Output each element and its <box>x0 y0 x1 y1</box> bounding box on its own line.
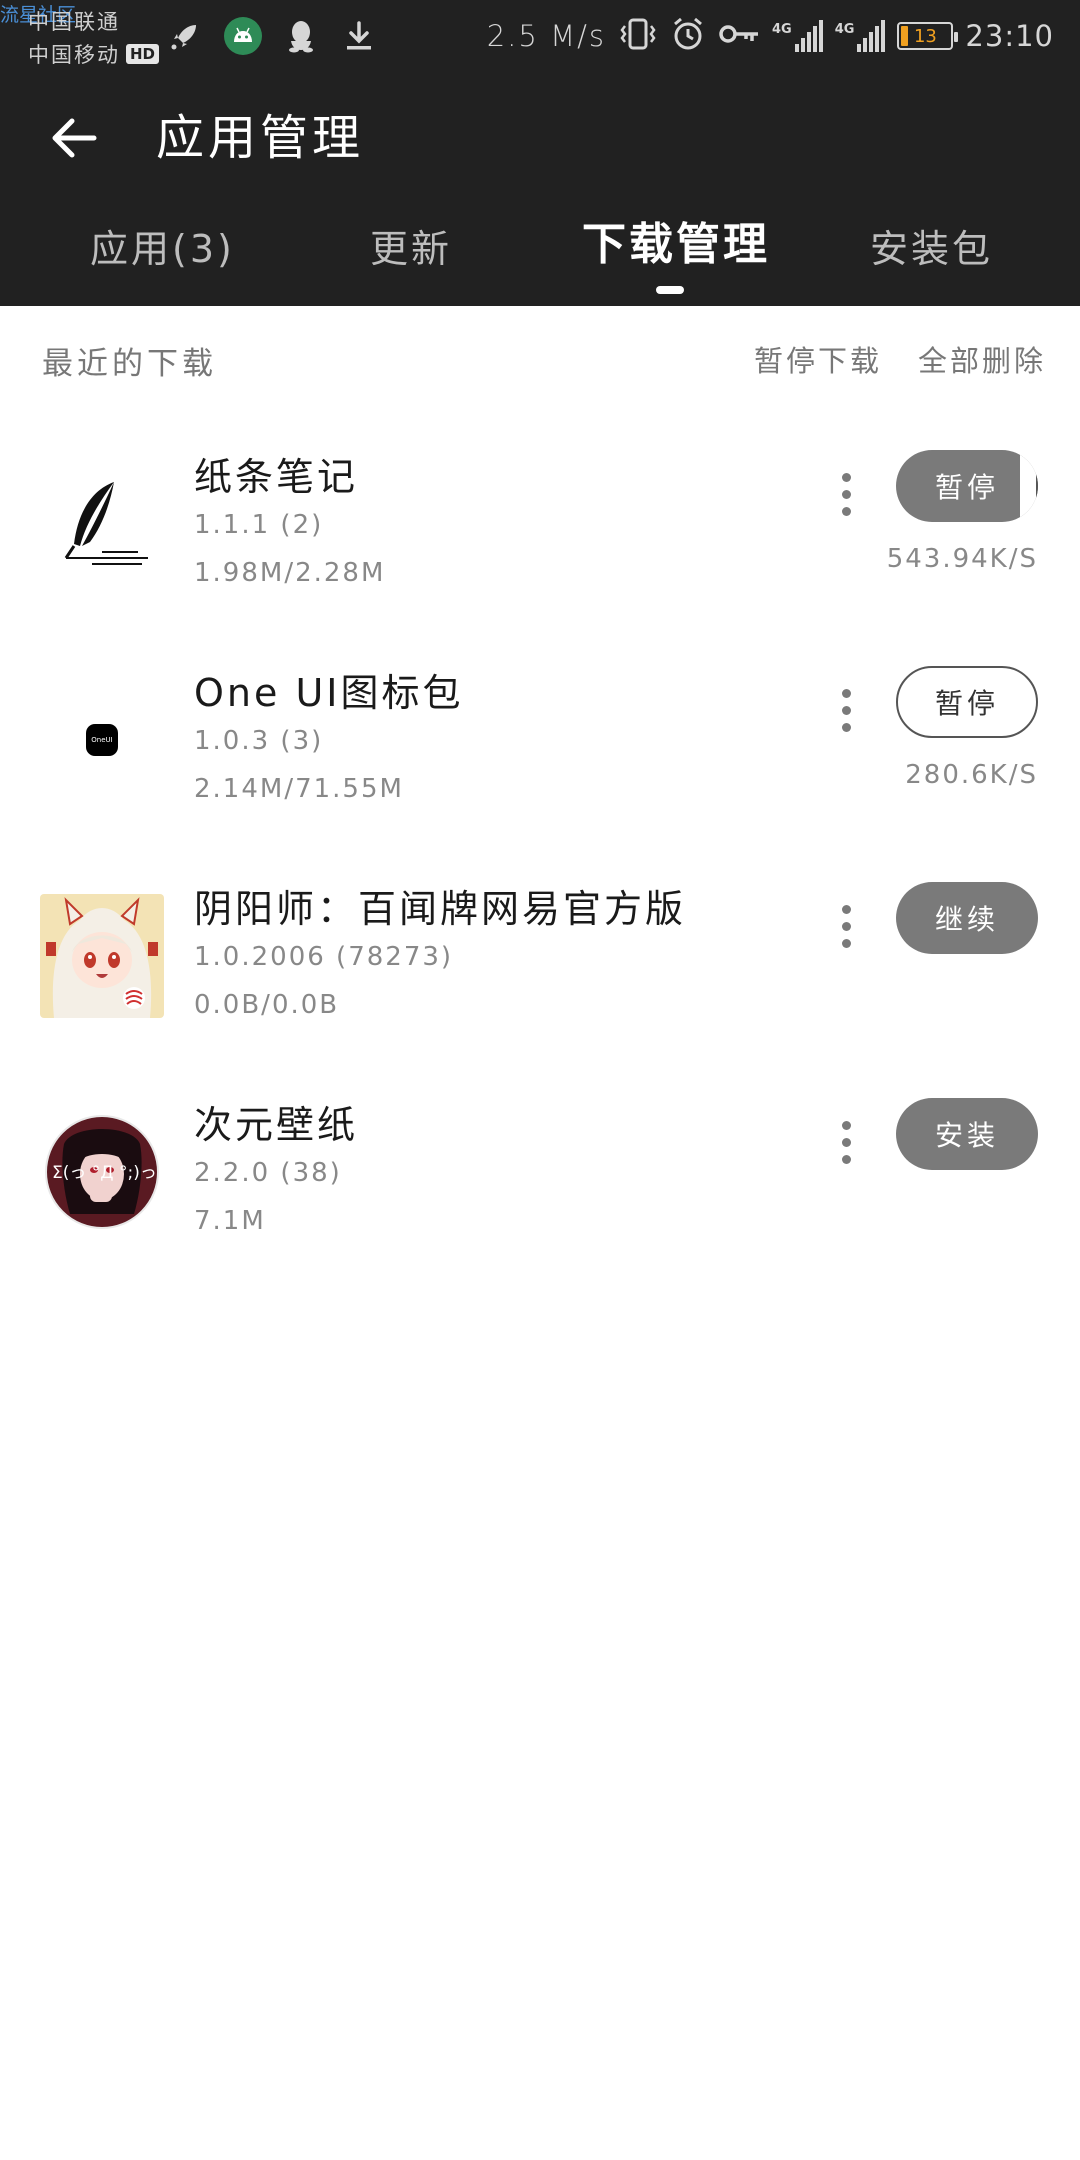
status-bar-right: 2.5 M/s 4G 4G 13 23:10 <box>487 14 1054 58</box>
back-button[interactable] <box>44 108 104 168</box>
download-speed: 543.94K/S <box>886 544 1038 574</box>
pause-button-label: 暂停 <box>934 471 999 504</box>
network-speed: 2.5 M/s <box>486 19 606 53</box>
download-size: 1.98M/2.28M <box>194 558 386 588</box>
kaomoji-text: Σ(っ °Д °;)っ <box>52 1163 157 1183</box>
list-item[interactable]: 阴阳师：百闻牌网易官方版 1.0.2006 (78273) 0.0B/0.0B … <box>0 848 1080 1064</box>
list-item[interactable]: Σ(っ °Д °;)っ 次元壁纸 2.2.0 (38) 7.1M 安装 <box>0 1064 1080 1280</box>
carrier-2-row: 中国移动 HD <box>28 39 160 69</box>
feather-icon <box>64 482 148 565</box>
signal-label-1: 4G <box>771 22 792 37</box>
app-header: 流星社区 中国联通 中国移动 HD 2.5 M/s 4G 4G 13 23:10… <box>0 0 1080 306</box>
app-name: 纸条笔记 <box>194 455 359 499</box>
download-size: 7.1M <box>194 1206 266 1236</box>
download-speed: 280.6K/S <box>905 760 1038 790</box>
pause-button[interactable]: 暂停 <box>896 666 1038 738</box>
tab-updates[interactable]: 更新 <box>370 224 452 274</box>
more-options-icon[interactable] <box>826 464 866 524</box>
battery-icon: 13 <box>897 22 959 50</box>
app-name: One UI图标包 <box>194 671 464 715</box>
tab-bar: 应用(3) 更新 下载管理 安装包 <box>0 210 1080 300</box>
oneui-icon-text: OneUI <box>91 736 113 744</box>
recent-downloads-bar: 最近的下载 暂停下载 全部删除 <box>0 306 1080 416</box>
more-options-icon[interactable] <box>826 680 866 740</box>
key-icon <box>718 20 760 52</box>
tab-download-manager[interactable]: 下载管理 <box>582 220 770 270</box>
pause-button[interactable]: 暂停 <box>896 450 1038 522</box>
battery-level: 13 <box>913 25 937 47</box>
carrier-2: 中国移动 <box>28 43 120 67</box>
signal-sim1: 4G <box>772 20 823 52</box>
android-icon <box>224 17 262 55</box>
more-options-icon[interactable] <box>826 896 866 956</box>
notification-icons <box>166 14 378 58</box>
app-version: 2.2.0 (38) <box>194 1158 342 1188</box>
app-icon-paper-note <box>40 462 164 586</box>
pause-all-button[interactable]: 暂停下载 <box>754 338 882 380</box>
signal-sim2: 4G <box>835 20 886 52</box>
page-title: 应用管理 <box>156 110 365 166</box>
install-button[interactable]: 安装 <box>896 1098 1038 1170</box>
vibrate-icon <box>618 16 658 56</box>
app-name: 次元壁纸 <box>194 1103 359 1147</box>
app-version: 1.0.2006 (78273) <box>194 942 454 972</box>
qq-icon <box>282 17 320 55</box>
signal-bars-1-icon <box>794 20 823 52</box>
battery-fill <box>901 26 909 46</box>
download-notify-icon <box>340 17 378 55</box>
app-version: 1.0.3 (3) <box>194 726 324 756</box>
alarm-icon <box>670 16 706 56</box>
rocket-icon <box>166 17 204 55</box>
back-arrow-icon <box>52 118 97 158</box>
resume-button[interactable]: 继续 <box>896 882 1038 954</box>
download-size: 0.0B/0.0B <box>194 990 340 1020</box>
tab-packages[interactable]: 安装包 <box>870 224 993 274</box>
delete-all-button[interactable]: 全部删除 <box>918 338 1046 380</box>
anime-girl-icon <box>40 894 164 1018</box>
signal-bars-2-icon <box>857 20 886 52</box>
progress-remaining <box>1020 450 1038 522</box>
download-size: 2.14M/71.55M <box>194 774 404 804</box>
more-options-icon[interactable] <box>826 1112 866 1172</box>
app-icon-oneui: OneUI <box>40 678 164 802</box>
carrier-1: 中国联通 <box>28 10 120 34</box>
list-item[interactable]: OneUI One UI图标包 1.0.3 (3) 2.14M/71.55M 暂… <box>0 632 1080 848</box>
app-icon-ciyuan-wallpaper: Σ(っ °Д °;)っ <box>40 1110 164 1234</box>
section-title: 最近的下载 <box>42 346 217 382</box>
signal-label-2: 4G <box>834 22 855 37</box>
clock: 23:10 <box>965 19 1054 53</box>
app-version: 1.1.1 (2) <box>194 510 324 540</box>
list-item[interactable]: 纸条笔记 1.1.1 (2) 1.98M/2.28M 暂停 543.94K/S <box>0 416 1080 632</box>
app-name: 阴阳师：百闻牌网易官方版 <box>194 887 687 931</box>
tab-indicator <box>656 286 684 294</box>
hd-badge: HD <box>126 44 160 64</box>
tab-apps[interactable]: 应用(3) <box>90 224 235 274</box>
app-icon-onmyoji <box>40 894 164 1018</box>
